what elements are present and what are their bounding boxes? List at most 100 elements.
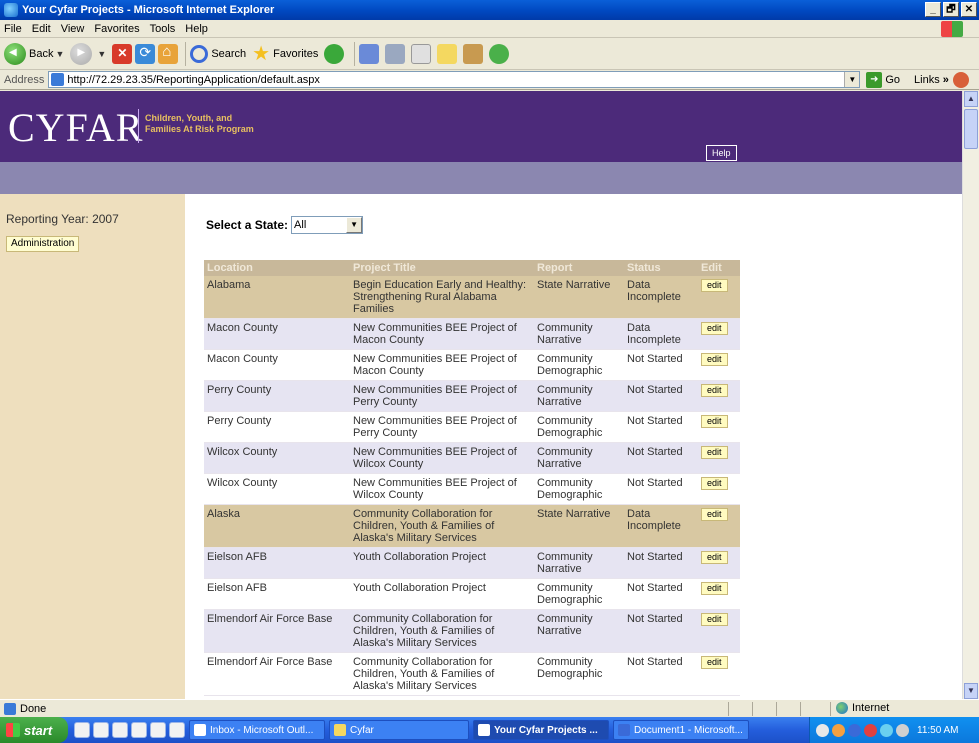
- report-cell: Community Narrative: [534, 609, 624, 653]
- report-cell: Community Narrative: [534, 318, 624, 350]
- menu-file[interactable]: File: [4, 23, 22, 35]
- menu-tools[interactable]: Tools: [150, 23, 176, 35]
- ie-quick-icon[interactable]: [112, 722, 128, 738]
- task-document1[interactable]: Document1 - Microsoft...: [613, 720, 749, 740]
- go-label: Go: [885, 73, 901, 86]
- outlook-icon[interactable]: [74, 722, 90, 738]
- administration-button[interactable]: Administration: [6, 236, 80, 252]
- go-button[interactable]: ➜ Go: [866, 71, 901, 88]
- edit-button[interactable]: edit: [701, 446, 728, 459]
- task-outlook[interactable]: Inbox - Microsoft Outl...: [189, 720, 325, 740]
- project-title-cell: Community Collaboration for Children, Yo…: [350, 609, 534, 653]
- edit-cell: edit: [698, 609, 740, 653]
- location-cell: Wilcox County: [204, 442, 350, 474]
- location-cell: Eielson AFB: [204, 578, 350, 610]
- tray-app-icon[interactable]: [880, 723, 893, 737]
- start-button[interactable]: start: [0, 717, 68, 743]
- edit-button[interactable]: edit: [701, 551, 728, 564]
- edit-button[interactable]: edit: [701, 279, 728, 292]
- messenger-icon[interactable]: [489, 43, 510, 64]
- table-row: Wilcox County New Communities BEE Project…: [204, 442, 740, 474]
- logo-divider: [138, 109, 139, 143]
- project-title-cell: Youth Collaboration Project: [350, 547, 534, 579]
- volume-icon[interactable]: [896, 723, 909, 737]
- task-your-cyfar-projects[interactable]: Your Cyfar Projects ...: [473, 720, 609, 740]
- edit-button[interactable]: edit: [701, 613, 728, 626]
- chevron-down-icon[interactable]: ▼: [346, 217, 363, 233]
- notes-icon[interactable]: [437, 43, 458, 64]
- location-cell: Eielson AFB: [204, 547, 350, 579]
- state-select[interactable]: All ▼: [291, 216, 364, 234]
- table-row: Macon County New Communities BEE Project …: [204, 318, 740, 350]
- address-input[interactable]: http://72.29.23.35/ReportingApplication/…: [48, 71, 861, 88]
- page-icon: [51, 73, 65, 86]
- search-icon: [190, 44, 209, 63]
- header-project-title[interactable]: Project Title: [350, 260, 534, 276]
- ie-quick-icon-2[interactable]: [131, 722, 147, 738]
- project-title-cell: Community Collaboration for Children, Yo…: [350, 504, 534, 548]
- media-icon[interactable]: [93, 722, 109, 738]
- edit-cell: edit: [698, 276, 740, 319]
- table-row: Alabama Begin Education Early and Healthy…: [204, 276, 740, 319]
- home-icon[interactable]: [158, 43, 179, 64]
- scroll-up-icon[interactable]: ▲: [964, 91, 978, 107]
- state-select-value: All: [294, 219, 307, 231]
- maximize-button[interactable]: 🗗: [943, 2, 959, 17]
- menu-view[interactable]: View: [61, 23, 85, 35]
- close-button[interactable]: ✕: [961, 2, 977, 17]
- refresh-icon[interactable]: [135, 43, 156, 64]
- vertical-scrollbar[interactable]: ▲ ▼: [962, 91, 979, 699]
- links-button[interactable]: Links: [914, 74, 940, 86]
- project-title-cell: New Communities BEE Project of Macon Cou…: [350, 318, 534, 350]
- edit-button[interactable]: edit: [701, 353, 728, 366]
- addon-icon[interactable]: [952, 71, 969, 88]
- mail-icon[interactable]: [359, 43, 380, 64]
- history-icon[interactable]: [324, 43, 345, 64]
- help-button[interactable]: Help: [706, 145, 737, 161]
- status-cell: Not Started: [624, 349, 698, 381]
- browser-quick-icon[interactable]: [169, 722, 185, 738]
- print-icon[interactable]: [385, 43, 406, 64]
- messenger-quick-icon[interactable]: [150, 722, 166, 738]
- tray-app-icon[interactable]: [864, 723, 877, 737]
- back-dropdown-icon[interactable]: ▼: [55, 49, 64, 59]
- header-status[interactable]: Status: [624, 260, 698, 276]
- tray-app-icon[interactable]: [816, 723, 829, 737]
- menu-edit[interactable]: Edit: [32, 23, 51, 35]
- edit-button[interactable]: edit: [701, 656, 728, 669]
- task-cyfar-folder[interactable]: Cyfar: [329, 720, 469, 740]
- address-dropdown-icon[interactable]: ▼: [844, 72, 860, 87]
- ie-task-icon: [478, 724, 490, 736]
- scroll-down-icon[interactable]: ▼: [964, 683, 978, 699]
- forward-dropdown-icon[interactable]: ▼: [97, 49, 106, 59]
- table-row: Macon County New Communities BEE Project …: [204, 349, 740, 381]
- tray-app-icon[interactable]: [832, 723, 845, 737]
- back-button[interactable]: Back ▼: [4, 42, 64, 65]
- research-icon[interactable]: [463, 43, 484, 64]
- header-report[interactable]: Report: [534, 260, 624, 276]
- edit-cell: edit: [698, 547, 740, 579]
- edit-button[interactable]: edit: [701, 415, 728, 428]
- tray-app-icon[interactable]: [848, 723, 861, 737]
- windows-logo-icon: [941, 21, 963, 37]
- links-chevron-icon[interactable]: »: [943, 74, 949, 86]
- forward-button[interactable]: ▼: [70, 42, 106, 65]
- edit-button[interactable]: edit: [701, 322, 728, 335]
- search-button[interactable]: Search: [190, 44, 246, 63]
- favorites-button[interactable]: ★ Favorites: [252, 41, 318, 66]
- menu-help[interactable]: Help: [185, 23, 208, 35]
- edit-button[interactable]: edit: [701, 508, 728, 521]
- header-location[interactable]: Location: [204, 260, 350, 276]
- edit-button[interactable]: edit: [701, 582, 728, 595]
- edit-button[interactable]: edit: [701, 477, 728, 490]
- edit-word-icon[interactable]: [411, 43, 432, 64]
- table-row: Eielson AFB Youth Collaboration Project Co…: [204, 578, 740, 610]
- address-bar: Address http://72.29.23.35/ReportingAppl…: [0, 70, 979, 90]
- scroll-thumb[interactable]: [964, 109, 978, 149]
- projects-table: Location Project Title Report Status Edi…: [204, 260, 740, 696]
- menu-favorites[interactable]: Favorites: [94, 23, 139, 35]
- browser-toolbar: Back ▼ ▼ Search ★ Favorites: [0, 38, 979, 70]
- edit-button[interactable]: edit: [701, 384, 728, 397]
- stop-icon[interactable]: [112, 43, 133, 64]
- minimize-button[interactable]: _: [925, 2, 941, 17]
